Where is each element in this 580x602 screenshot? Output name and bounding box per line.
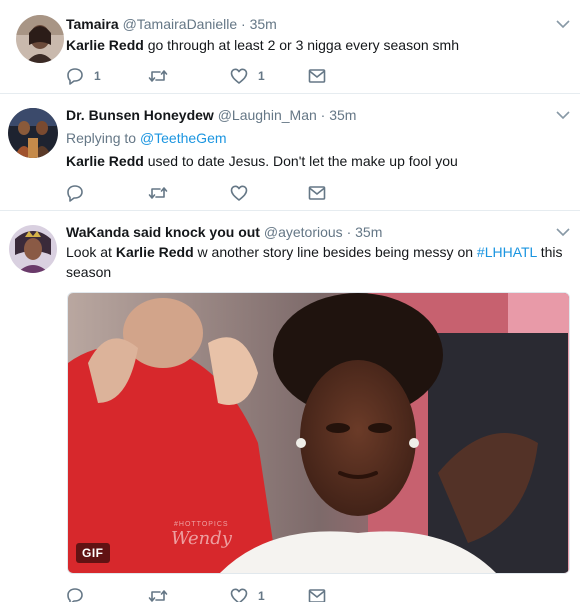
direct-message-icon [308, 69, 326, 83]
direct-message-button[interactable] [308, 586, 326, 602]
mention-link[interactable]: Karlie Redd [66, 153, 144, 169]
like-count: 1 [258, 69, 265, 83]
tweet-text: Karlie Redd go through at least 2 or 3 n… [66, 35, 459, 55]
tweet-text: Look at Karlie Redd w another story line… [66, 242, 566, 282]
replying-to-link[interactable]: @TeetheGem [140, 130, 227, 146]
like-icon [230, 68, 248, 84]
reply-button[interactable]: 1 [66, 66, 101, 86]
reply-button[interactable] [66, 183, 84, 203]
reply-icon [67, 588, 83, 602]
tweet-header: Dr. Bunsen Honeydew @Laughin_Man · 35m [66, 106, 356, 124]
retweet-button[interactable] [148, 183, 168, 203]
username[interactable]: @ayetorious [264, 224, 343, 240]
timestamp[interactable]: 35m [355, 224, 382, 240]
retweet-button[interactable] [148, 66, 168, 86]
chevron-down-icon[interactable] [556, 110, 570, 120]
avatar[interactable] [8, 108, 58, 158]
tweet-text-content: go through at least 2 or 3 nigga every s… [143, 37, 460, 53]
avatar[interactable] [16, 15, 64, 63]
separator-dot: · [320, 107, 326, 123]
hashtag-link[interactable]: #LHHATL [477, 244, 537, 260]
watermark: Wendy [171, 528, 232, 549]
tweet-actions [66, 183, 366, 203]
mention-link[interactable]: Karlie Redd [66, 37, 144, 53]
timestamp[interactable]: 35m [329, 107, 356, 123]
reply-button[interactable] [66, 586, 84, 602]
reply-icon [67, 68, 83, 85]
retweet-icon [148, 187, 168, 199]
timestamp[interactable]: 35m [250, 16, 277, 32]
gif-image [68, 293, 569, 573]
mention-link[interactable]: Karlie Redd [116, 244, 194, 260]
separator-dot: · [241, 16, 246, 32]
display-name[interactable]: Dr. Bunsen Honeydew [66, 107, 214, 123]
like-button[interactable]: 1 [230, 586, 265, 602]
direct-message-button[interactable] [308, 66, 326, 86]
direct-message-icon [308, 186, 326, 200]
like-icon [230, 588, 248, 602]
direct-message-button[interactable] [308, 183, 326, 203]
like-button[interactable] [230, 183, 248, 203]
retweet-icon [148, 590, 168, 602]
retweet-button[interactable] [148, 586, 168, 602]
retweet-icon [148, 70, 168, 82]
tweet-actions: 1 [66, 586, 366, 602]
username[interactable]: @TamairaDanielle [123, 16, 238, 32]
reply-icon [67, 185, 83, 202]
like-icon [230, 185, 248, 201]
gif-badge: GIF [76, 543, 110, 563]
reply-count: 1 [94, 69, 101, 83]
tweet-header: Tamaira @TamairaDanielle · 35m [66, 15, 277, 33]
direct-message-icon [308, 589, 326, 602]
tweet-item[interactable]: Dr. Bunsen Honeydew @Laughin_Man · 35m R… [0, 94, 580, 211]
tweet-actions: 1 1 [66, 66, 366, 86]
tweet-item[interactable]: Tamaira @TamairaDanielle · 35m Karlie Re… [0, 0, 580, 94]
like-count: 1 [258, 589, 265, 602]
display-name[interactable]: WaKanda said knock you out [66, 224, 260, 240]
gif-media[interactable]: #HOTTOPICS Wendy GIF [67, 292, 570, 574]
username[interactable]: @Laughin_Man [218, 107, 317, 123]
like-button[interactable]: 1 [230, 66, 265, 86]
tweet-text-content: used to date Jesus. Don't let the make u… [143, 153, 458, 169]
tweet-text: Karlie Redd used to date Jesus. Don't le… [66, 151, 458, 171]
chevron-down-icon[interactable] [556, 227, 570, 237]
replying-to-label: Replying to [66, 130, 140, 146]
avatar[interactable] [9, 225, 57, 273]
tweet-text-content: w another story line besides being messy… [193, 244, 477, 260]
tweet-header: WaKanda said knock you out @ayetorious ·… [66, 223, 382, 241]
replying-to: Replying to @TeetheGem [66, 129, 227, 147]
chevron-down-icon[interactable] [556, 19, 570, 29]
display-name[interactable]: Tamaira [66, 16, 119, 32]
watermark-tag: #HOTTOPICS [174, 521, 229, 528]
tweet-text-content: Look at [66, 244, 116, 260]
separator-dot: · [346, 224, 352, 240]
